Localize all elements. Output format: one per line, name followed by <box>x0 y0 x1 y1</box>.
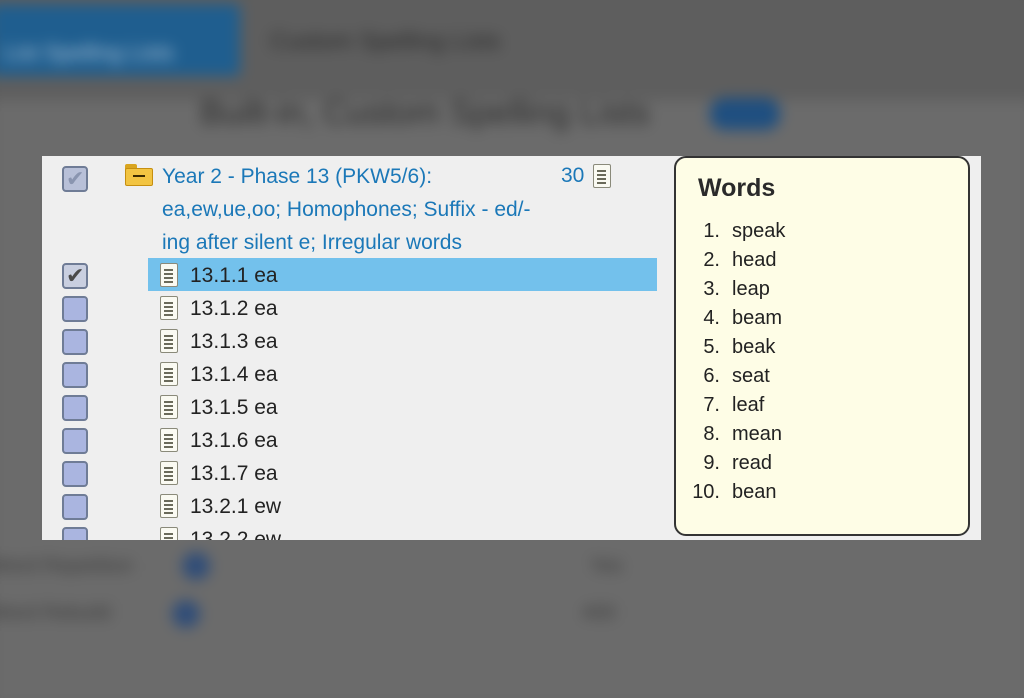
word-item: 1. speak <box>688 220 785 249</box>
background-pill <box>710 98 780 130</box>
background-tab2-label: Custom Spelling Lists <box>270 28 501 55</box>
list-item[interactable]: 13.1.4 ea <box>42 358 662 390</box>
item-label[interactable]: 13.1.5 ea <box>190 396 278 420</box>
item-checkbox[interactable] <box>62 362 88 388</box>
background-heading: Built-in, Custom Spelling Lists <box>200 94 650 132</box>
item-checkbox[interactable] <box>62 494 88 520</box>
item-checkbox[interactable] <box>62 428 88 454</box>
word-item: 5. beak <box>688 336 785 365</box>
background-tab-active: List Spelling Lists <box>0 4 240 76</box>
item-label[interactable]: 13.2.2 ew <box>190 528 281 540</box>
background-info-icon <box>182 552 210 580</box>
check-icon: ✔ <box>66 166 85 191</box>
word-text: head <box>732 249 777 271</box>
item-label[interactable]: 13.1.7 ea <box>190 462 278 486</box>
word-text: bean <box>732 481 777 503</box>
background-row: Word Repetition <box>0 555 134 577</box>
document-icon <box>160 527 178 540</box>
item-checkbox[interactable]: ✔ <box>62 263 88 289</box>
document-icon <box>160 428 178 452</box>
item-checkbox[interactable] <box>62 527 88 540</box>
check-icon: ✔ <box>66 263 85 288</box>
list-item[interactable]: 13.2.2 ew <box>42 523 662 540</box>
words-list: 1. speak 2. head 3. leap 4. beam 5. beak 6. se… <box>688 220 785 510</box>
list-item[interactable]: 13.1.2 ea <box>42 292 662 324</box>
item-label[interactable]: 13.1.2 ea <box>190 297 278 321</box>
item-label[interactable]: 13.1.3 ea <box>190 330 278 354</box>
word-item: 4. beam <box>688 307 785 336</box>
list-tree-panel: ✔ Year 2 - Phase 13 (PKW5/6): ea,ew,ue,o… <box>42 156 981 540</box>
list-item[interactable]: 13.2.1 ew <box>42 490 662 522</box>
document-icon <box>160 461 178 485</box>
document-icon <box>160 395 178 419</box>
document-icon <box>160 296 178 320</box>
list-item[interactable]: 13.1.3 ea <box>42 325 662 357</box>
document-icon[interactable] <box>593 164 611 188</box>
list-item[interactable]: 13.1.5 ea <box>42 391 662 423</box>
folder-open-icon[interactable] <box>125 164 153 186</box>
item-label[interactable]: 13.1.4 ea <box>190 363 278 387</box>
word-text: leap <box>732 278 770 300</box>
document-icon <box>160 494 178 518</box>
words-popup: Words 1. speak 2. head 3. leap 4. beam 5. bea… <box>674 156 970 536</box>
background-value: Yes <box>590 555 623 577</box>
word-item: 3. leap <box>688 278 785 307</box>
list-item[interactable]: ✔ 13.1.1 ea <box>42 259 662 291</box>
word-text: seat <box>732 365 770 387</box>
background-row: Word Rebuild <box>0 602 111 624</box>
word-text: read <box>732 452 773 474</box>
word-item: 9. read <box>688 452 785 481</box>
tree-folder-row[interactable]: ✔ Year 2 - Phase 13 (PKW5/6): ea,ew,ue,o… <box>42 156 662 254</box>
item-label[interactable]: 13.2.1 ew <box>190 495 281 519</box>
document-icon <box>160 329 178 353</box>
words-popup-title: Words <box>698 174 776 202</box>
list-item[interactable]: 13.1.6 ea <box>42 424 662 456</box>
folder-checkbox[interactable]: ✔ <box>62 166 88 192</box>
item-checkbox[interactable] <box>62 329 88 355</box>
document-icon <box>160 362 178 386</box>
item-checkbox[interactable] <box>62 296 88 322</box>
word-item: 2. head <box>688 249 785 278</box>
document-icon <box>160 263 178 287</box>
word-item: 10. bean <box>688 481 785 510</box>
word-text: beam <box>732 307 783 329</box>
folder-word-count: 30 <box>561 164 585 187</box>
list-item[interactable]: 13.1.7 ea <box>42 457 662 489</box>
word-text: beak <box>732 336 776 358</box>
word-item: 7. leaf <box>688 394 785 423</box>
item-label[interactable]: 13.1.1 ea <box>190 264 278 288</box>
item-checkbox[interactable] <box>62 395 88 421</box>
word-text: speak <box>732 220 786 242</box>
background-info-icon <box>172 600 200 628</box>
word-text: mean <box>732 423 783 445</box>
background-value: 400 <box>582 602 616 624</box>
word-item: 8. mean <box>688 423 785 452</box>
folder-title[interactable]: Year 2 - Phase 13 (PKW5/6): ea,ew,ue,oo;… <box>162 160 542 259</box>
item-checkbox[interactable] <box>62 461 88 487</box>
word-text: leaf <box>732 394 765 416</box>
word-item: 6. seat <box>688 365 785 394</box>
item-label[interactable]: 13.1.6 ea <box>190 429 278 453</box>
background-tab-label: List Spelling Lists <box>4 40 174 65</box>
